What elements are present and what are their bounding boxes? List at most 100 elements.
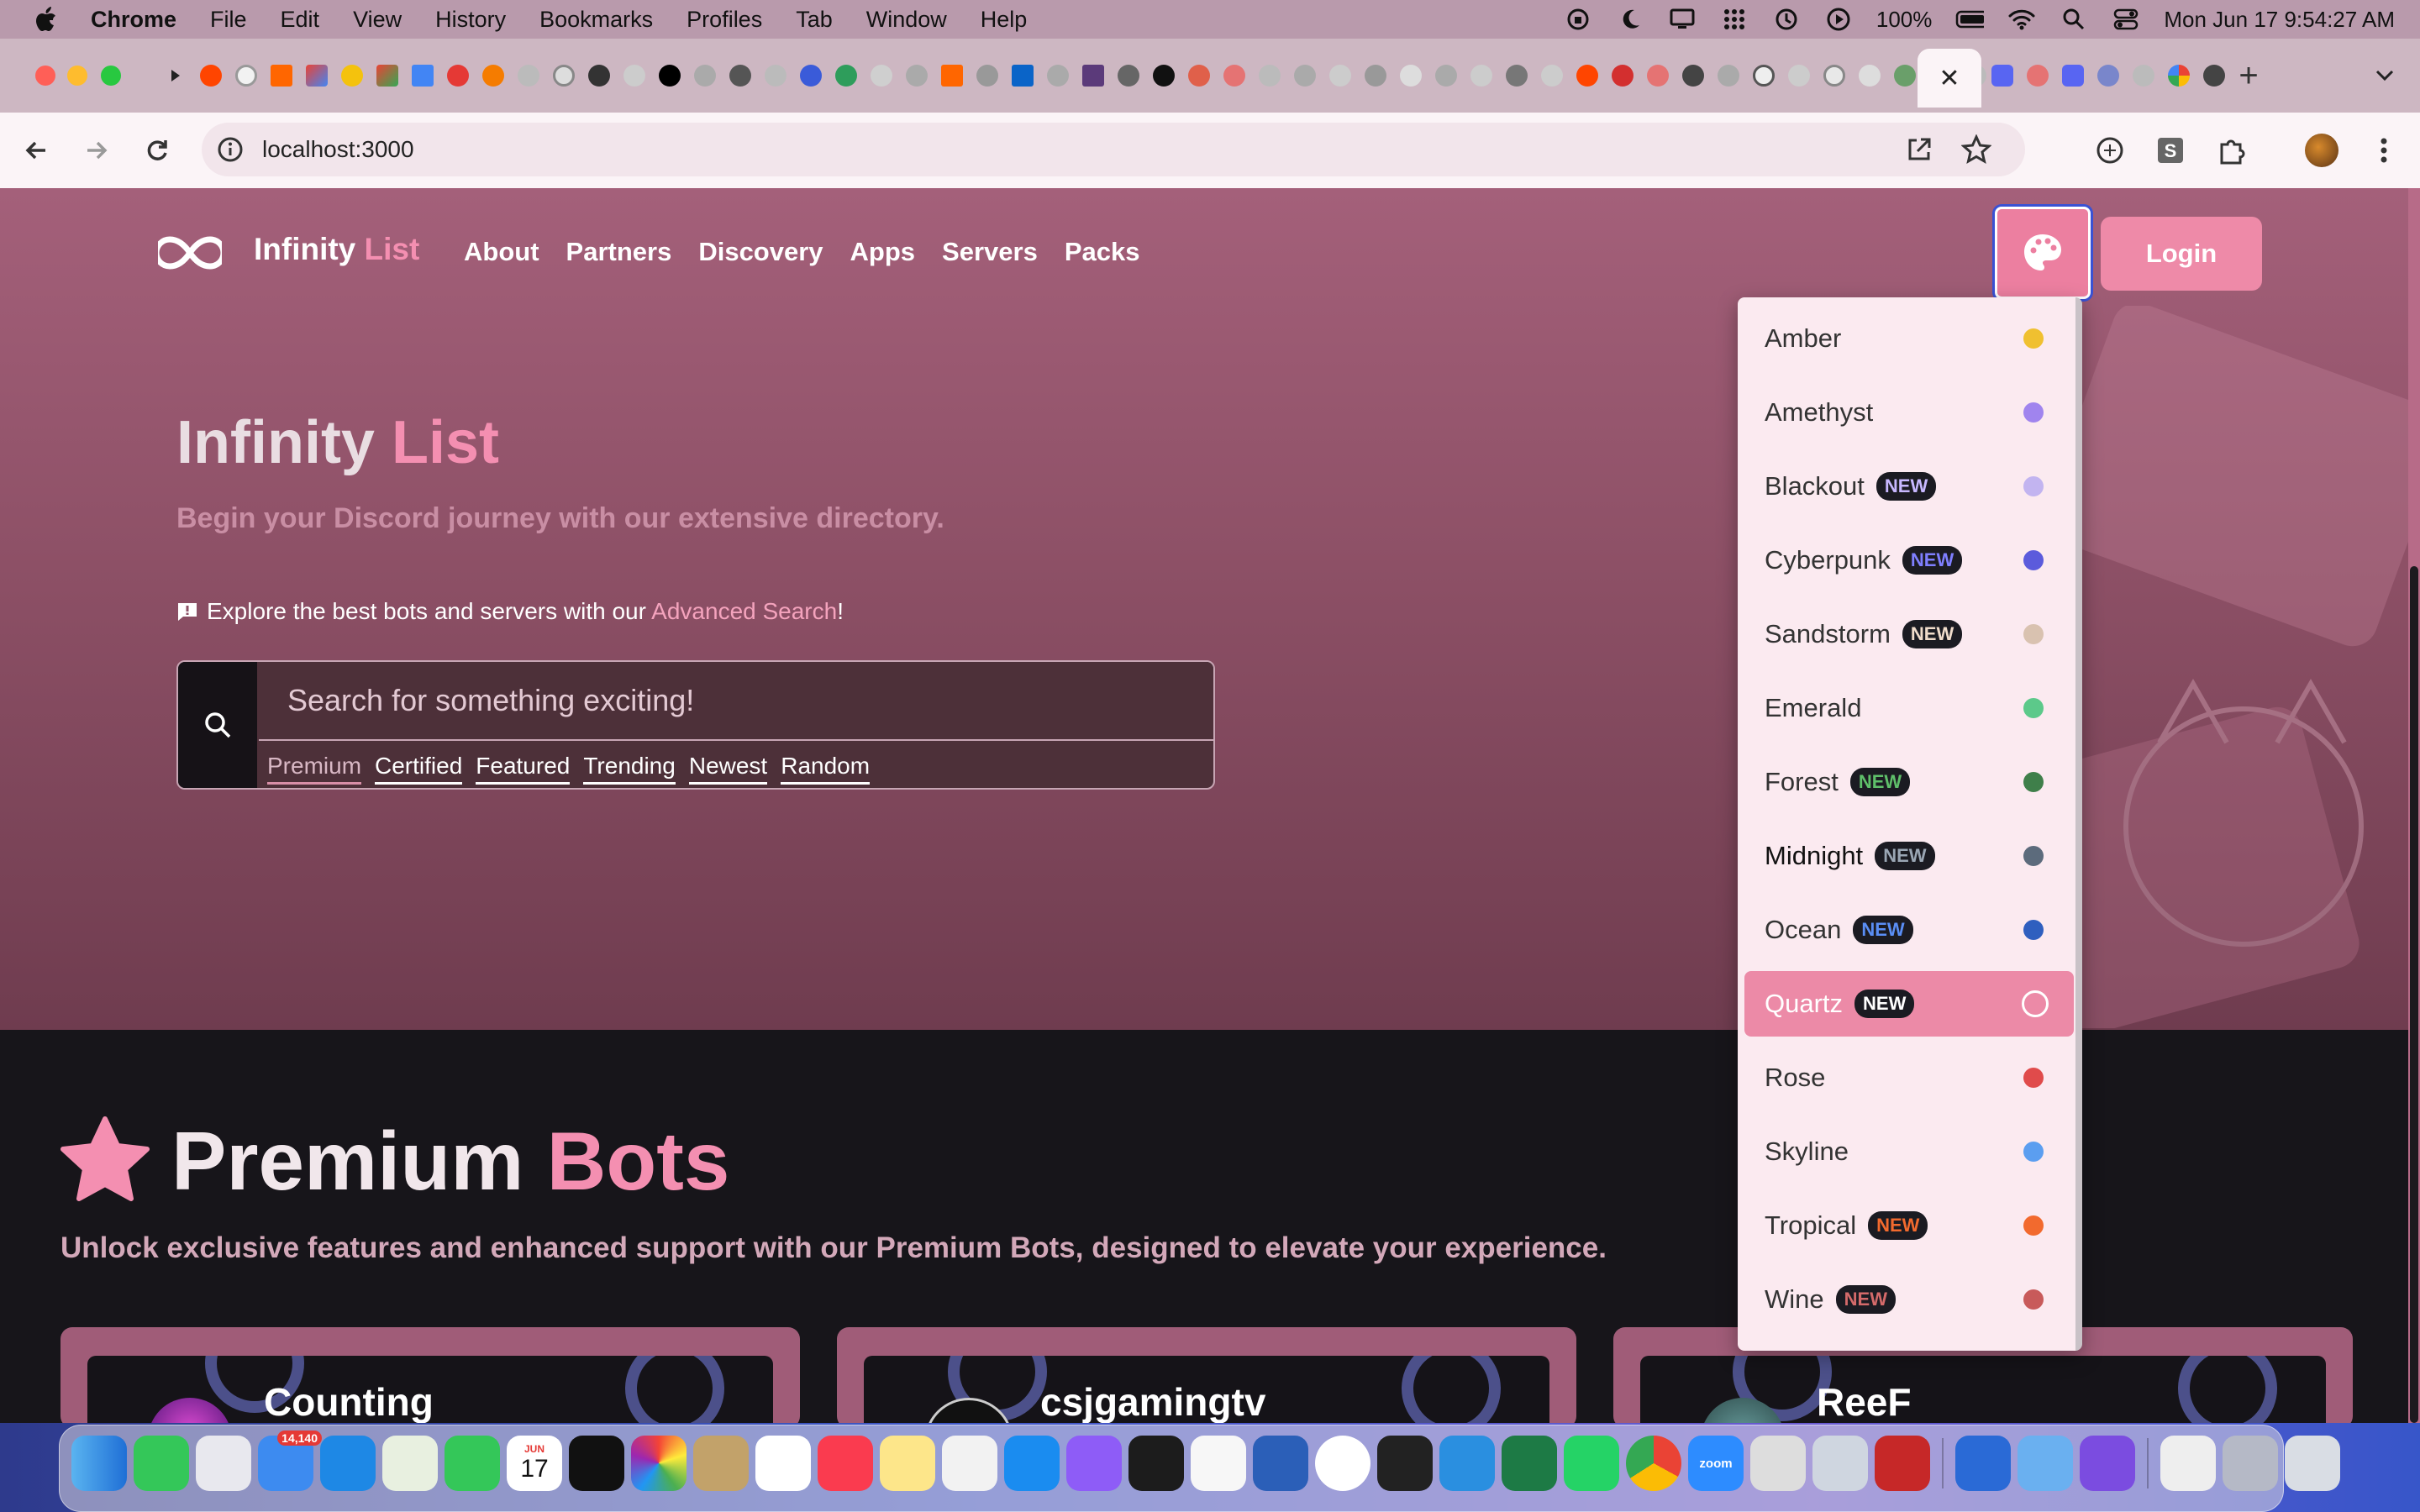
theme-option-wine[interactable]: Wine NEW <box>1744 1267 2074 1332</box>
login-button[interactable]: Login <box>2101 217 2262 291</box>
battery-icon[interactable] <box>1955 7 1985 32</box>
tab-favicon[interactable] <box>1852 59 1887 92</box>
theme-option-emerald[interactable]: Emerald <box>1744 675 2074 741</box>
gmail-tab-icon[interactable] <box>299 59 334 92</box>
tab-favicon[interactable] <box>1711 59 1746 92</box>
tab-favicon[interactable] <box>334 59 370 92</box>
tab-favicon[interactable] <box>1181 59 1217 92</box>
system-info-icon[interactable] <box>1812 1436 1868 1491</box>
openai-tab-icon[interactable] <box>581 59 617 92</box>
ycombinator-tab-icon[interactable] <box>264 59 299 92</box>
open-in-app-icon[interactable] <box>1906 136 1933 163</box>
tab-favicon[interactable] <box>970 59 1005 92</box>
tab-favicon[interactable] <box>511 59 546 92</box>
back-arrow-icon[interactable] <box>17 131 55 170</box>
site-info-icon[interactable] <box>217 136 244 163</box>
address-bar[interactable]: localhost:3000 <box>202 123 2025 176</box>
safari-icon[interactable] <box>320 1436 376 1491</box>
theme-option-rose[interactable]: Rose <box>1744 1045 2074 1110</box>
tab-favicon[interactable] <box>1323 59 1358 92</box>
gmail-tab-icon[interactable] <box>370 59 405 92</box>
chrome-icon[interactable] <box>1626 1436 1681 1491</box>
window-minimize-button[interactable] <box>67 66 87 86</box>
display-icon[interactable] <box>1668 7 1697 32</box>
tab-favicon[interactable] <box>546 59 581 92</box>
notes-icon[interactable] <box>880 1436 935 1491</box>
theme-option-amber[interactable]: Amber <box>1744 306 2074 371</box>
chrome-menu-kebab-icon[interactable] <box>2365 131 2403 170</box>
menu-tab[interactable]: Tab <box>796 7 833 33</box>
tab-favicon[interactable] <box>1781 59 1817 92</box>
app-store-icon[interactable] <box>1004 1436 1060 1491</box>
tab-favicon[interactable] <box>1287 59 1323 92</box>
forward-arrow-icon[interactable] <box>77 131 116 170</box>
menu-view[interactable]: View <box>353 7 402 33</box>
feedback-icon[interactable] <box>1066 1436 1122 1491</box>
zoom-icon[interactable]: zoom <box>1688 1436 1744 1491</box>
advanced-search-link[interactable]: Advanced Search <box>651 598 837 624</box>
news-icon[interactable] <box>942 1436 997 1491</box>
tab-favicon[interactable] <box>229 59 264 92</box>
tab-favicon[interactable] <box>864 59 899 92</box>
discord-tab-icon[interactable] <box>1985 59 2020 92</box>
tab-favicon[interactable] <box>1676 59 1711 92</box>
wikipedia-tab-icon[interactable] <box>1746 59 1781 92</box>
documents-folder-icon[interactable] <box>2160 1436 2216 1491</box>
bot-card[interactable]: Counting <box>60 1327 800 1423</box>
tab-favicon[interactable] <box>829 59 864 92</box>
time-machine-icon[interactable] <box>1772 7 1801 32</box>
ycombinator-tab-icon[interactable] <box>934 59 970 92</box>
contacts-icon[interactable] <box>693 1436 749 1491</box>
focus-moon-icon[interactable] <box>1616 7 1644 32</box>
page-scrollbar-thumb[interactable] <box>2410 566 2418 1423</box>
tab-favicon[interactable] <box>1499 59 1534 92</box>
nav-partners[interactable]: Partners <box>566 237 672 267</box>
active-tab[interactable]: ✕ <box>1918 49 1981 108</box>
brand-name[interactable]: Infinity List <box>254 232 419 267</box>
tab-favicon[interactable] <box>1817 59 1852 92</box>
menu-app-name[interactable]: Chrome <box>91 7 176 33</box>
messages-icon[interactable] <box>134 1436 189 1491</box>
tab-favicon[interactable] <box>687 59 723 92</box>
search-icon[interactable] <box>178 662 257 788</box>
tab-favicon[interactable] <box>617 59 652 92</box>
tab-favicon[interactable] <box>2091 59 2126 92</box>
tab-favicon[interactable] <box>1393 59 1428 92</box>
nav-servers[interactable]: Servers <box>942 237 1038 267</box>
theme-option-amethyst[interactable]: Amethyst <box>1744 380 2074 445</box>
discord-tab-icon[interactable] <box>2055 59 2091 92</box>
new-tab-button[interactable]: + <box>2230 57 2267 94</box>
trash-icon[interactable] <box>2285 1436 2340 1491</box>
close-tab-icon[interactable]: ✕ <box>1939 64 1960 93</box>
filter-trending[interactable]: Trending <box>583 753 676 785</box>
reload-icon[interactable] <box>138 131 176 170</box>
theme-option-cyberpunk[interactable]: Cyberpunk NEW <box>1744 528 2074 593</box>
bookmark-star-icon[interactable] <box>1961 134 1991 165</box>
tab-favicon[interactable] <box>1111 59 1146 92</box>
github-tab-icon[interactable] <box>723 59 758 92</box>
profile-avatar[interactable] <box>2302 131 2341 170</box>
vpn-app-icon[interactable] <box>2080 1436 2135 1491</box>
excel-icon[interactable] <box>1502 1436 1557 1491</box>
network-icon[interactable] <box>2018 1436 2073 1491</box>
tab-favicon[interactable] <box>1252 59 1287 92</box>
acrobat-icon[interactable] <box>1875 1436 1930 1491</box>
menu-history[interactable]: History <box>435 7 506 33</box>
reminders-icon[interactable] <box>1191 1436 1246 1491</box>
vpn-status-icon[interactable] <box>1564 7 1592 32</box>
reddit-tab-icon[interactable] <box>1570 59 1605 92</box>
apple-tv-icon[interactable] <box>569 1436 624 1491</box>
tab-favicon[interactable] <box>1358 59 1393 92</box>
tab-favicon[interactable] <box>899 59 934 92</box>
menu-profiles[interactable]: Profiles <box>687 7 762 33</box>
filter-featured[interactable]: Featured <box>476 753 571 785</box>
theme-option-sandstorm[interactable]: Sandstorm NEW <box>1744 601 2074 667</box>
photos-icon[interactable] <box>631 1436 687 1491</box>
tab-favicon[interactable] <box>1217 59 1252 92</box>
github-tab-icon[interactable] <box>1146 59 1181 92</box>
nav-apps[interactable]: Apps <box>850 237 916 267</box>
menu-window[interactable]: Window <box>866 7 947 33</box>
nav-about[interactable]: About <box>464 237 539 267</box>
tab-favicon[interactable] <box>1076 59 1111 92</box>
whatsapp-icon[interactable] <box>1564 1436 1619 1491</box>
